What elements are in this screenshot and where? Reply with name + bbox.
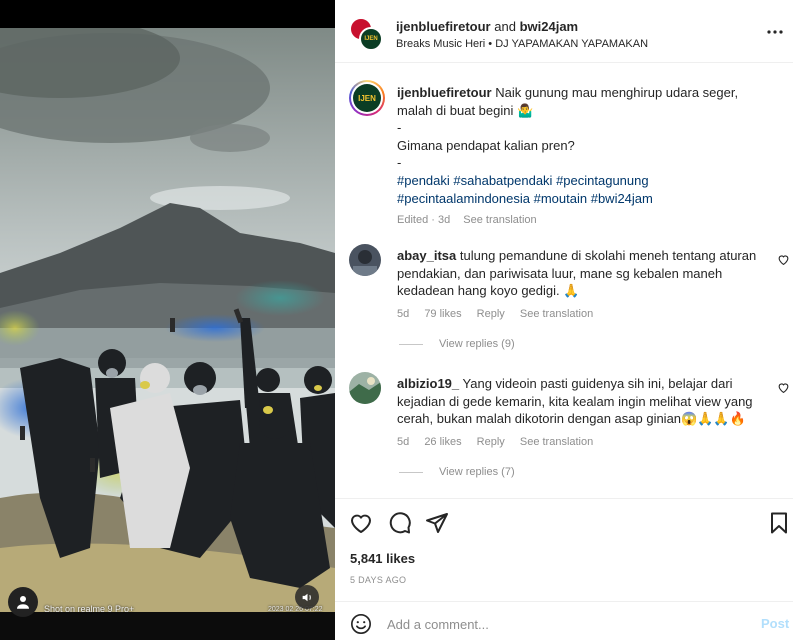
comment-body: albizio19_ Yang videoin pasti guidenya s… [397,375,757,451]
comment-meta: 5d 79 likes Reply See translation [397,306,757,324]
heart-icon[interactable] [349,511,375,537]
post-header: IJEN ijenbluefiretour and bwi24jam Break… [335,0,793,63]
divider [399,471,423,473]
author-link[interactable]: ijenbluefiretour [396,19,491,34]
see-translation-link[interactable]: See translation [520,308,593,320]
caption-dash: - [397,155,402,171]
likes-count[interactable]: 5,841 likes [350,551,415,566]
caption-username[interactable]: ijenbluefiretour [397,85,492,100]
caption-dash: - [397,120,402,136]
divider [399,343,423,345]
hashtag-link[interactable]: #bwi24jam [591,191,653,206]
view-replies-label: View replies (9) [439,338,515,350]
post-date[interactable]: 5 DAYS AGO [350,575,406,585]
caption-line2: Gimana pendapat kalian pren? [397,137,575,153]
hashtag-link[interactable]: #sahabatpendaki [453,173,552,188]
media-bottom-bar [0,612,335,640]
post-actions [335,498,793,542]
heart-icon[interactable] [777,381,791,395]
comment-username[interactable]: albizio19_ [397,376,459,391]
avatar[interactable] [349,372,381,404]
comment-likes[interactable]: 26 likes [424,436,461,448]
bookmark-icon[interactable] [767,511,793,537]
emoji-icon[interactable] [350,613,372,635]
author-joiner: and [494,19,516,34]
see-translation-link[interactable]: See translation [463,214,536,226]
add-comment-bar: Post [335,601,793,640]
post-media[interactable]: Shot on realme 9 Pro+ 2023 02 26 07:22 [0,0,335,640]
comment-meta: 5d 26 likes Reply See translation [397,434,757,452]
avatar[interactable] [349,244,381,276]
media-top-bar [0,0,335,28]
audio-link[interactable]: Breaks Music Heri • DJ YAPAMAKAN YAPAMAK… [396,38,648,50]
comment-age: 5d [397,307,410,320]
volume-icon[interactable] [295,585,319,609]
avatar-text: IJEN [364,36,378,42]
avatar-text: IJEN [353,84,381,112]
reply-button[interactable]: Reply [477,308,505,320]
post-button[interactable]: Post [761,616,789,631]
hashtag-link[interactable]: #moutain [534,191,587,206]
share-icon[interactable] [425,511,451,537]
view-replies-button[interactable]: View replies (9) [399,338,515,350]
video-timestamp: 2023 02 26 07:22 [268,606,323,613]
heart-icon[interactable] [777,253,791,267]
hashtag-link[interactable]: #pecintaalamindonesia [397,191,530,206]
post-authors: ijenbluefiretour and bwi24jam [396,19,578,34]
post-detail-panel: IJEN ijenbluefiretour and bwi24jam Break… [335,0,793,640]
video-frame[interactable] [0,28,335,612]
comment-likes[interactable]: 79 likes [424,308,461,320]
hashtag-list: #pendaki #sahabatpendaki #pecintagunung … [397,172,777,207]
reply-button[interactable]: Reply [477,436,505,448]
see-translation-link[interactable]: See translation [520,436,593,448]
caption-body: ijenbluefiretour Naik gunung mau menghir… [397,84,777,230]
hashtag-link[interactable]: #pecintagunung [556,173,649,188]
hashtag-link[interactable]: #pendaki [397,173,450,188]
comment-body: abay_itsa tulung pemandune di skolahi me… [397,247,757,323]
more-horizontal-icon[interactable] [765,24,785,40]
view-replies-button[interactable]: View replies (7) [399,466,515,478]
collab-avatars[interactable]: IJEN [349,17,383,51]
caption-meta: Edited · 3d See translation [397,212,777,230]
comment-username[interactable]: abay_itsa [397,248,456,263]
comment-age: 5d [397,435,410,448]
comment-icon[interactable] [388,511,414,537]
avatar[interactable]: IJEN [349,80,385,116]
comment-input[interactable] [387,613,717,635]
comments-section[interactable]: IJEN ijenbluefiretour Naik gunung mau me… [335,64,793,498]
view-replies-label: View replies (7) [439,466,515,478]
coauthor-link[interactable]: bwi24jam [520,19,579,34]
user-icon[interactable] [8,587,38,617]
shot-on-label: Shot on realme 9 Pro+ [44,604,135,614]
avatar[interactable]: IJEN [359,27,383,51]
edited-label: Edited · 3d [397,214,451,227]
